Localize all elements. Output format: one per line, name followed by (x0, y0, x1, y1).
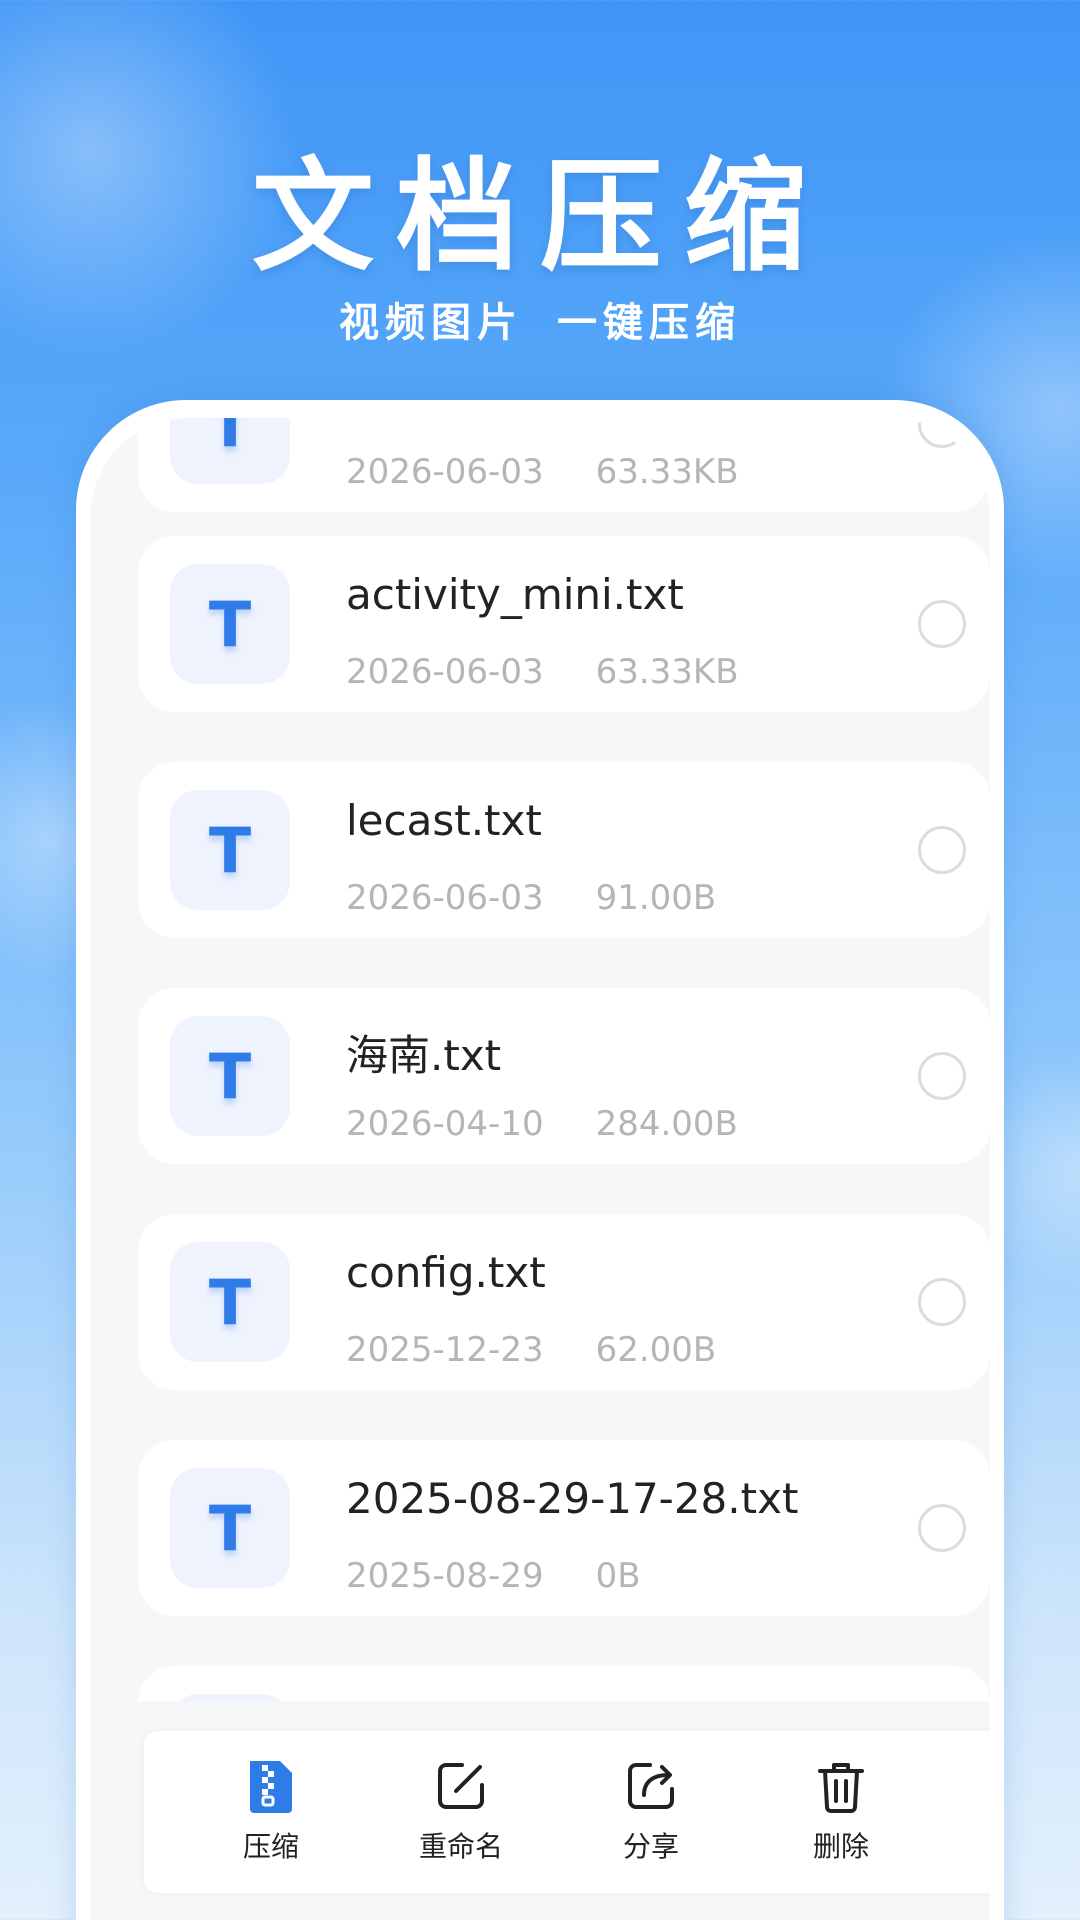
text-file-icon: T (170, 418, 290, 484)
select-radio[interactable] (918, 600, 966, 648)
delete-label: 删除 (812, 1830, 869, 1863)
file-size: 0B (595, 1556, 641, 1596)
file-date: 2025-12-23 (346, 1330, 544, 1370)
file-size: 63.33KB (595, 652, 739, 692)
file-list[interactable]: T 2026-06-03 63.33KB T activity_mini.txt … (90, 418, 990, 1701)
select-radio[interactable] (918, 1052, 966, 1100)
file-date: 2026-06-03 (346, 652, 544, 692)
rename-label: 重命名 (418, 1830, 503, 1863)
file-meta: 2025-08-29 0B (346, 1556, 641, 1596)
list-item[interactable] (138, 1666, 990, 1701)
file-meta: 2026-06-03 63.33KB (346, 652, 739, 692)
subtitle-left: 视频图片 (339, 300, 523, 346)
list-item[interactable]: T 海南.txt 2026-04-10 284.00B (138, 988, 990, 1164)
file-meta: 2026-04-10 284.00B (346, 1104, 738, 1144)
share-button[interactable]: 分享 (556, 1731, 746, 1893)
list-item[interactable]: T 2026-06-03 63.33KB (138, 418, 990, 512)
compress-button[interactable]: 压缩 (176, 1731, 366, 1893)
page-subtitle: 视频图片 一键压缩 (0, 290, 1080, 348)
page-title: 文档压缩 (252, 146, 828, 288)
list-item[interactable]: T config.txt 2025-12-23 62.00B (138, 1214, 990, 1390)
edit-icon (432, 1757, 490, 1815)
select-radio[interactable] (918, 1278, 966, 1326)
text-file-icon: T (170, 790, 290, 910)
zip-file-icon (242, 1757, 300, 1815)
file-size: 284.00B (595, 1104, 738, 1144)
subtitle-right: 一键压缩 (557, 300, 741, 346)
file-name: activity_mini.txt (346, 570, 684, 619)
list-item[interactable]: T activity_mini.txt 2026-06-03 63.33KB (138, 536, 990, 712)
select-radio[interactable] (918, 1504, 966, 1552)
trash-icon (812, 1757, 870, 1815)
file-meta: 2026-06-03 91.00B (346, 878, 716, 918)
list-item[interactable]: T lecast.txt 2026-06-03 91.00B (138, 762, 990, 938)
file-date: 2026-06-03 (346, 452, 544, 492)
select-radio[interactable] (918, 418, 966, 448)
file-meta: 2026-06-03 63.33KB (346, 452, 739, 492)
file-size: 62.00B (595, 1330, 717, 1370)
file-meta: 2025-12-23 62.00B (346, 1330, 716, 1370)
list-item[interactable]: T 2025-08-29-17-28.txt 2025-08-29 0B (138, 1440, 990, 1616)
share-icon (622, 1757, 680, 1815)
file-date: 2026-04-10 (346, 1104, 544, 1144)
text-file-icon: T (170, 564, 290, 684)
text-file-icon: T (170, 1242, 290, 1362)
text-file-icon: T (170, 1468, 290, 1588)
file-list-panel: T 2026-06-03 63.33KB T activity_mini.txt … (90, 418, 990, 1920)
rename-button[interactable]: 重命名 (366, 1731, 556, 1893)
share-label: 分享 (622, 1830, 679, 1863)
file-name: config.txt (346, 1248, 546, 1297)
compress-label: 压缩 (242, 1830, 299, 1863)
file-name: 2025-08-29-17-28.txt (346, 1474, 799, 1523)
text-file-icon: T (170, 1016, 290, 1136)
file-date: 2026-06-03 (346, 878, 544, 918)
file-name: 海南.txt (346, 1031, 502, 1080)
bottom-toolbar: 压缩 重命名 分享 删除 (144, 1731, 990, 1893)
text-file-icon (170, 1694, 290, 1701)
file-name: lecast.txt (346, 796, 542, 845)
file-date: 2025-08-29 (346, 1556, 544, 1596)
delete-button[interactable]: 删除 (746, 1731, 936, 1893)
file-size: 91.00B (595, 878, 717, 918)
file-size: 63.33KB (595, 452, 739, 492)
select-radio[interactable] (918, 826, 966, 874)
phone-frame: T 2026-06-03 63.33KB T activity_mini.txt … (76, 400, 1004, 1920)
